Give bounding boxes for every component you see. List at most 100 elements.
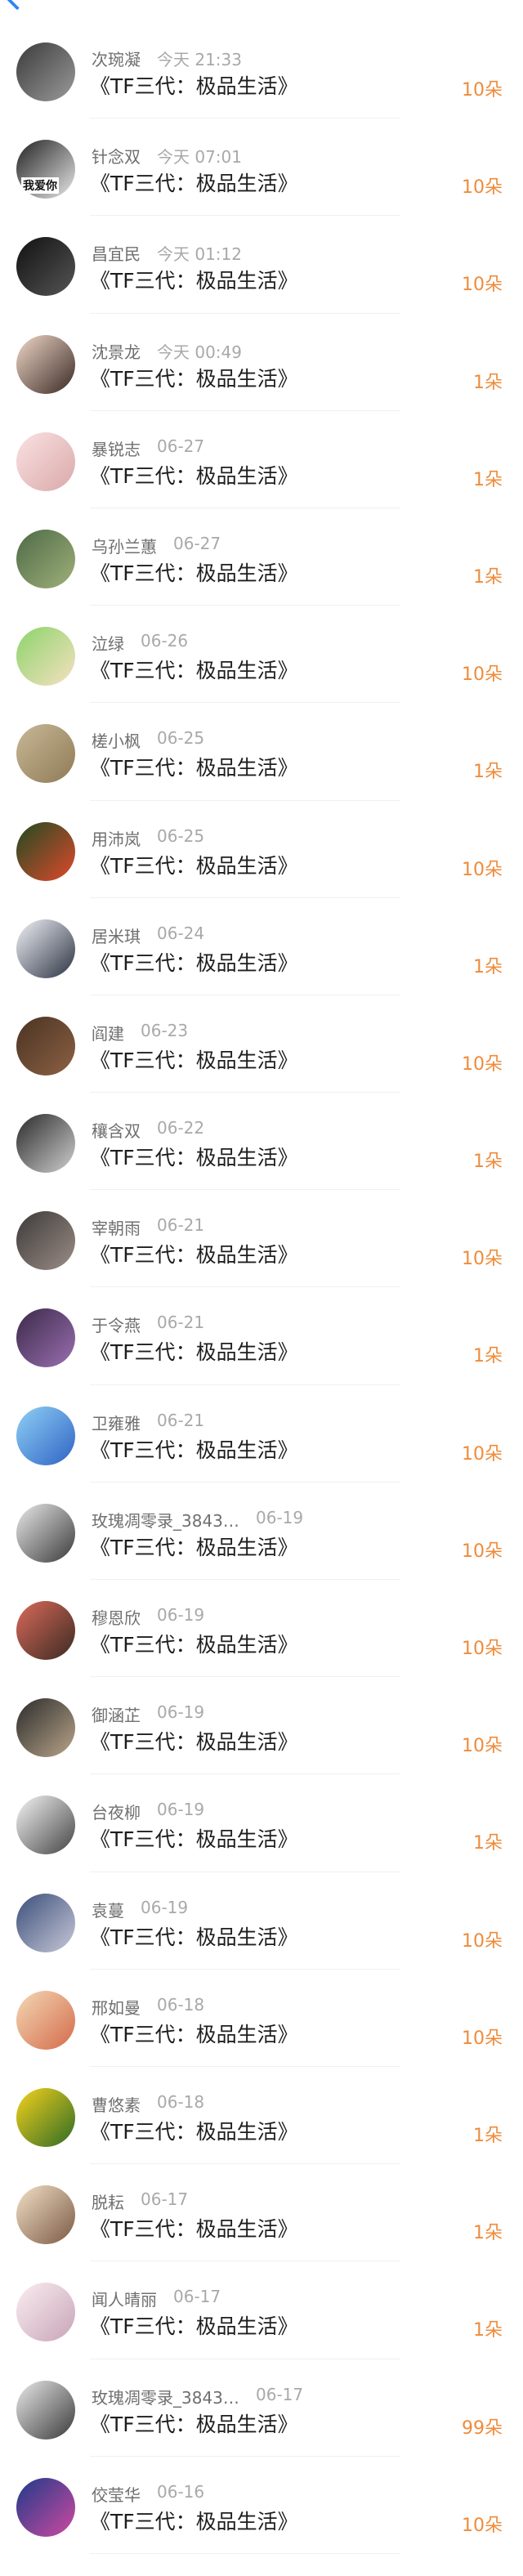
list-item[interactable]: 穆恩欣 06-19 《TF三代：极品生活》 10朵 <box>0 1580 523 1678</box>
book-title: 《TF三代：极品生活》 <box>90 1827 298 1852</box>
gift-amount: 10朵 <box>462 859 503 880</box>
timestamp: 06-17 <box>256 2384 304 2404</box>
timestamp: 06-23 <box>141 1020 189 1040</box>
back-arrow-icon[interactable] <box>4 0 30 11</box>
list-item[interactable]: 卫雍雅 06-21 《TF三代：极品生活》 10朵 <box>0 1385 523 1483</box>
sender-name: 居米琪 <box>92 926 141 946</box>
avatar[interactable] <box>16 821 75 881</box>
avatar[interactable] <box>16 2087 75 2147</box>
avatar[interactable] <box>16 1698 75 1758</box>
gift-amount: 1朵 <box>473 956 503 977</box>
list-item[interactable]: 昌宜民 今天 01:12 《TF三代：极品生活》 10朵 <box>0 216 523 314</box>
sender-name: 曹悠素 <box>92 2095 141 2115</box>
list-item[interactable]: 沈景龙 今天 00:49 《TF三代：极品生活》 1朵 <box>0 314 523 411</box>
timestamp: 06-24 <box>157 923 205 943</box>
avatar[interactable] <box>16 237 75 297</box>
book-title: 《TF三代：极品生活》 <box>90 1243 298 1268</box>
avatar[interactable] <box>16 1796 75 1855</box>
list-item[interactable]: 玫瑰凋零录_3843… 06-17 《TF三代：极品生活》 99朵 <box>0 2359 523 2457</box>
list-item[interactable]: 佼莹华 06-16 《TF三代：极品生活》 10朵 <box>0 2457 523 2554</box>
sender-name: 穆恩欣 <box>92 1608 141 1628</box>
list-item[interactable]: 宰朝雨 06-21 《TF三代：极品生活》 10朵 <box>0 1190 523 1288</box>
avatar[interactable] <box>16 919 75 978</box>
gift-amount: 10朵 <box>462 1541 503 1562</box>
avatar[interactable] <box>16 1893 75 1952</box>
gift-amount: 10朵 <box>462 664 503 686</box>
timestamp: 06-19 <box>157 1702 205 1723</box>
avatar[interactable] <box>16 1503 75 1563</box>
avatar-caption: 我爱你 <box>21 177 59 195</box>
list-item[interactable]: 台夜柳 06-19 《TF三代：极品生活》 1朵 <box>0 1774 523 1872</box>
avatar[interactable] <box>16 2380 75 2440</box>
avatar[interactable] <box>16 724 75 784</box>
timestamp: 06-19 <box>256 1507 304 1527</box>
gift-amount: 1朵 <box>473 2320 503 2341</box>
avatar[interactable] <box>16 1211 75 1271</box>
avatar[interactable] <box>16 2477 75 2537</box>
sender-name: 玫瑰凋零录_3843… <box>92 2387 239 2408</box>
gift-amount: 1朵 <box>473 566 503 588</box>
timestamp: 06-22 <box>157 1118 205 1138</box>
list-item[interactable]: 脱耘 06-17 《TF三代：极品生活》 1朵 <box>0 2164 523 2262</box>
timestamp: 06-17 <box>141 2189 189 2210</box>
avatar[interactable] <box>16 2185 75 2245</box>
list-item[interactable]: 闻人晴丽 06-17 《TF三代：极品生活》 1朵 <box>0 2261 523 2359</box>
sender-name: 台夜柳 <box>92 1803 141 1823</box>
avatar[interactable] <box>16 2283 75 2342</box>
list-item[interactable]: 穰含双 06-22 《TF三代：极品生活》 1朵 <box>0 1093 523 1191</box>
book-title: 《TF三代：极品生活》 <box>90 172 298 196</box>
timestamp: 06-25 <box>157 825 205 846</box>
list-item[interactable]: 阎建 06-23 《TF三代：极品生活》 10朵 <box>0 995 523 1093</box>
book-title: 《TF三代：极品生活》 <box>90 2509 298 2534</box>
timestamp: 06-19 <box>141 1897 189 1917</box>
list-item[interactable]: 槎小枫 06-25 《TF三代：极品生活》 1朵 <box>0 703 523 801</box>
avatar[interactable] <box>16 1406 75 1465</box>
sender-name: 脱耘 <box>92 2193 124 2213</box>
row-divider <box>90 2552 400 2554</box>
timestamp: 06-21 <box>157 1410 205 1430</box>
book-title: 《TF三代：极品生活》 <box>90 463 298 488</box>
avatar[interactable] <box>16 432 75 491</box>
gift-amount: 10朵 <box>462 177 503 199</box>
list-item[interactable]: 暴锐志 06-27 《TF三代：极品生活》 1朵 <box>0 411 523 508</box>
avatar[interactable] <box>16 1308 75 1368</box>
avatar[interactable] <box>16 1016 75 1076</box>
gift-list: 次琬凝 今天 21:33 《TF三代：极品生活》 10朵 我爱你 针念双 今天 07:01 《… <box>0 21 523 2554</box>
list-item[interactable]: 我爱你 针念双 今天 07:01 《TF三代：极品生活》 10朵 <box>0 119 523 217</box>
sender-name: 暴锐志 <box>92 439 141 459</box>
sender-name: 乌孙兰蕙 <box>92 536 157 557</box>
list-item[interactable]: 居米琪 06-24 《TF三代：极品生活》 1朵 <box>0 898 523 995</box>
list-item[interactable]: 曹悠素 06-18 《TF三代：极品生活》 1朵 <box>0 2067 523 2165</box>
sender-name: 邢如曼 <box>92 1997 141 2018</box>
avatar[interactable] <box>16 1114 75 1174</box>
list-item[interactable]: 乌孙兰蕙 06-27 《TF三代：极品生活》 1朵 <box>0 508 523 606</box>
book-title: 《TF三代：极品生活》 <box>90 2119 298 2144</box>
list-item[interactable]: 御涵芷 06-19 《TF三代：极品生活》 10朵 <box>0 1677 523 1775</box>
list-item[interactable]: 用沛岚 06-25 《TF三代：极品生活》 10朵 <box>0 801 523 898</box>
sender-name: 槎小枫 <box>92 731 141 752</box>
list-item[interactable]: 泣绿 06-26 《TF三代：极品生活》 10朵 <box>0 606 523 704</box>
book-title: 《TF三代：极品生活》 <box>90 1535 298 1559</box>
timestamp: 06-21 <box>157 1215 205 1236</box>
book-title: 《TF三代：极品生活》 <box>90 659 298 683</box>
avatar[interactable] <box>16 1990 75 2050</box>
gift-amount: 10朵 <box>462 1736 503 1757</box>
list-item[interactable]: 玫瑰凋零录_3843… 06-19 《TF三代：极品生活》 10朵 <box>0 1483 523 1580</box>
timestamp: 今天 21:33 <box>157 50 242 69</box>
book-title: 《TF三代：极品生活》 <box>90 269 298 293</box>
sender-name: 佼莹华 <box>92 2484 141 2505</box>
list-item[interactable]: 次琬凝 今天 21:33 《TF三代：极品生活》 10朵 <box>0 21 523 119</box>
avatar[interactable] <box>16 42 75 101</box>
list-item[interactable]: 袁蔓 06-19 《TF三代：极品生活》 10朵 <box>0 1872 523 1970</box>
list-item[interactable]: 邢如曼 06-18 《TF三代：极品生活》 10朵 <box>0 1970 523 2067</box>
avatar[interactable] <box>16 1601 75 1660</box>
timestamp: 今天 00:49 <box>157 342 242 362</box>
avatar[interactable] <box>16 334 75 394</box>
avatar[interactable] <box>16 627 75 686</box>
sender-name: 御涵芷 <box>92 1706 141 1726</box>
avatar[interactable]: 我爱你 <box>16 140 75 199</box>
timestamp: 06-18 <box>157 1994 205 2015</box>
list-item[interactable]: 于令燕 06-21 《TF三代：极品生活》 1朵 <box>0 1287 523 1385</box>
avatar[interactable] <box>16 529 75 588</box>
book-title: 《TF三代：极品生活》 <box>90 2412 298 2436</box>
